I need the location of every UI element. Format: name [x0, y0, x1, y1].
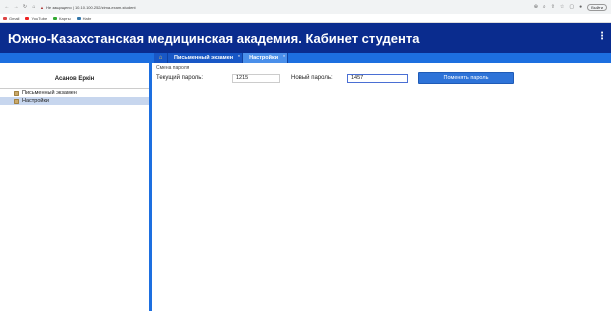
- sidebar: Асанов Еркін Письменный экзамен Настройк…: [0, 53, 152, 311]
- youtube-icon: [25, 16, 30, 20]
- password-panel: Смена пароля Текущий пароль: 1215 Новый …: [152, 63, 611, 86]
- folder-icon: [14, 98, 19, 104]
- address-bar[interactable]: ▲ Не защищено | 10.10.100.252/zima-exam-…: [40, 3, 534, 12]
- maps-icon: [53, 16, 58, 20]
- reload-icon[interactable]: ↻: [22, 4, 28, 10]
- habr-icon: [76, 16, 81, 20]
- back-icon[interactable]: ←: [4, 4, 10, 10]
- bookmark-youtube[interactable]: YouTube: [25, 16, 47, 21]
- current-password-label: Текущий пароль:: [156, 75, 204, 81]
- app-header: Южно-Казахстанская медицинская академия.…: [0, 23, 611, 53]
- sidebar-header: [0, 53, 149, 63]
- sidebar-item-label: Настройки: [22, 98, 49, 104]
- bookmark-habr[interactable]: Habr: [76, 16, 91, 21]
- app-shell: Асанов Еркін Письменный экзамен Настройк…: [0, 53, 611, 311]
- profile-button[interactable]: Выйти: [587, 3, 607, 11]
- star-icon[interactable]: ☆: [560, 4, 564, 10]
- tab-home[interactable]: ⌂: [154, 53, 168, 63]
- bookmarks-bar: Gmail YouTube Карты Habr: [0, 14, 611, 23]
- menu-icon[interactable]: ⋮: [597, 31, 607, 42]
- window-icon[interactable]: ▢: [569, 4, 574, 10]
- sidebar-item-settings[interactable]: Настройки: [0, 97, 149, 105]
- tab-exam[interactable]: Письменный экзамен ×: [168, 53, 244, 63]
- tab-settings[interactable]: Настройки ×: [243, 53, 289, 63]
- tab-label: Настройки: [249, 55, 279, 61]
- sidebar-item-exam[interactable]: Письменный экзамен: [0, 89, 149, 97]
- profile-icon[interactable]: ●: [579, 4, 582, 10]
- new-password-input[interactable]: 1457: [347, 73, 408, 83]
- change-password-button[interactable]: Поменять пароль: [418, 72, 514, 84]
- gmail-icon: [3, 16, 7, 20]
- current-password-input[interactable]: 1215: [232, 73, 280, 83]
- sidebar-item-label: Письменный экзамен: [22, 90, 77, 96]
- forward-icon[interactable]: →: [13, 4, 19, 10]
- address-text: Не защищено | 10.10.100.252/zima-exam-st…: [45, 4, 136, 10]
- bookmark-maps[interactable]: Карты: [53, 16, 71, 21]
- extension-icon[interactable]: ⊕: [534, 4, 538, 10]
- app-title: Южно-Казахстанская медицинская академия.…: [8, 30, 420, 46]
- close-icon[interactable]: ×: [238, 53, 240, 58]
- sidebar-nav: Письменный экзамен Настройки: [0, 88, 149, 105]
- close-icon[interactable]: ×: [283, 53, 285, 58]
- folder-icon: [14, 90, 19, 96]
- user-name: Асанов Еркін: [54, 76, 95, 82]
- share-icon[interactable]: ⇪: [551, 4, 555, 10]
- new-password-label: Новый пароль:: [291, 75, 333, 81]
- warning-icon: ▲: [40, 4, 44, 10]
- home-icon[interactable]: ⌂: [31, 4, 37, 10]
- password-form: Текущий пароль: 1215 Новый пароль: 1457 …: [156, 71, 607, 85]
- bookmark-gmail[interactable]: Gmail: [3, 16, 19, 21]
- panel-title: Смена пароля: [156, 64, 190, 71]
- zoom-icon[interactable]: ⌕: [543, 4, 546, 10]
- browser-toolbar: ← → ↻ ⌂ ▲ Не защищено | 10.10.100.252/zi…: [0, 0, 611, 14]
- home-icon: ⌂: [158, 55, 163, 61]
- tab-bar: ⌂ Письменный экзамен × Настройки ×: [152, 53, 611, 63]
- main-content: ⌂ Письменный экзамен × Настройки × Смена…: [152, 53, 611, 311]
- tab-label: Письменный экзамен: [174, 55, 234, 61]
